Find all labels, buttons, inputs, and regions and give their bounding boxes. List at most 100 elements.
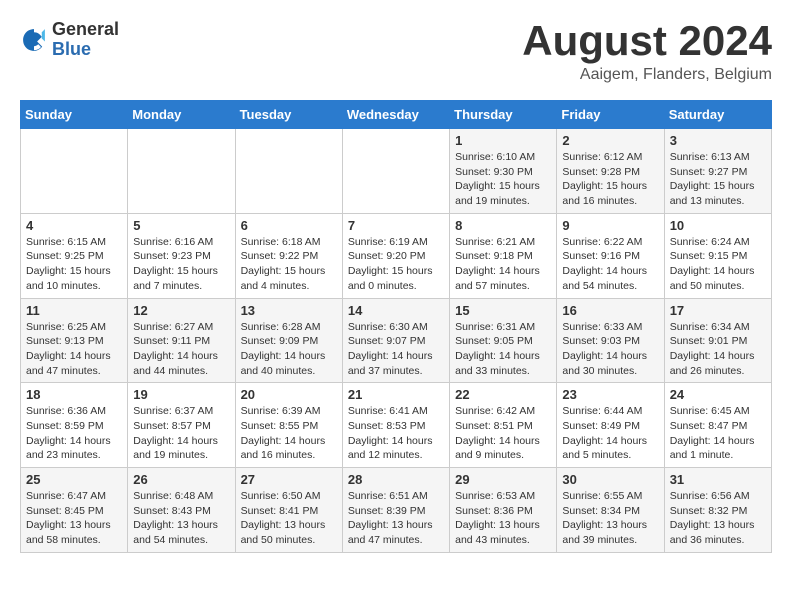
day-number: 27 <box>241 472 337 487</box>
header-sunday: Sunday <box>21 101 128 129</box>
calendar-cell <box>235 129 342 214</box>
calendar-cell: 16 Sunrise: 6:33 AM Sunset: 9:03 PM Dayli… <box>557 298 664 383</box>
day-number: 6 <box>241 218 337 233</box>
day-info: Sunrise: 6:51 AM Sunset: 8:39 PM Dayligh… <box>348 489 444 548</box>
day-info: Sunrise: 6:45 AM Sunset: 8:47 PM Dayligh… <box>670 404 766 463</box>
calendar-header: Sunday Monday Tuesday Wednesday Thursday… <box>21 101 772 129</box>
calendar-cell: 19 Sunrise: 6:37 AM Sunset: 8:57 PM Dayli… <box>128 383 235 468</box>
logo-blue: Blue <box>52 40 119 60</box>
day-info: Sunrise: 6:55 AM Sunset: 8:34 PM Dayligh… <box>562 489 658 548</box>
day-info: Sunrise: 6:31 AM Sunset: 9:05 PM Dayligh… <box>455 320 551 379</box>
calendar-cell: 9Sunrise: 6:22 AM Sunset: 9:16 PM Daylig… <box>557 213 664 298</box>
calendar-week-1: 1Sunrise: 6:10 AM Sunset: 9:30 PM Daylig… <box>21 129 772 214</box>
day-number: 12 <box>133 303 229 318</box>
calendar-cell: 28Sunrise: 6:51 AM Sunset: 8:39 PM Dayli… <box>342 468 449 553</box>
day-info: Sunrise: 6:16 AM Sunset: 9:23 PM Dayligh… <box>133 235 229 294</box>
day-number: 31 <box>670 472 766 487</box>
day-number: 14 <box>348 303 444 318</box>
header-tuesday: Tuesday <box>235 101 342 129</box>
calendar-cell <box>21 129 128 214</box>
calendar-cell: 5 Sunrise: 6:16 AM Sunset: 9:23 PM Daylig… <box>128 213 235 298</box>
day-info: Sunrise: 6:13 AM Sunset: 9:27 PM Dayligh… <box>670 150 766 209</box>
day-number: 20 <box>241 387 337 402</box>
calendar-cell: 10Sunrise: 6:24 AM Sunset: 9:15 PM Dayli… <box>664 213 771 298</box>
calendar-cell: 20 Sunrise: 6:39 AM Sunset: 8:55 PM Dayli… <box>235 383 342 468</box>
day-info: Sunrise: 6:34 AM Sunset: 9:01 PM Dayligh… <box>670 320 766 379</box>
calendar-table: Sunday Monday Tuesday Wednesday Thursday… <box>20 100 772 553</box>
day-number: 1 <box>455 133 551 148</box>
logo-text: General Blue <box>52 20 119 60</box>
header-wednesday: Wednesday <box>342 101 449 129</box>
day-info: Sunrise: 6:18 AM Sunset: 9:22 PM Dayligh… <box>241 235 337 294</box>
day-info: Sunrise: 6:12 AM Sunset: 9:28 PM Dayligh… <box>562 150 658 209</box>
calendar-cell <box>128 129 235 214</box>
day-number: 18 <box>26 387 122 402</box>
calendar-week-5: 25Sunrise: 6:47 AM Sunset: 8:45 PM Dayli… <box>21 468 772 553</box>
day-info: Sunrise: 6:50 AM Sunset: 8:41 PM Dayligh… <box>241 489 337 548</box>
calendar-cell: 3 Sunrise: 6:13 AM Sunset: 9:27 PM Daylig… <box>664 129 771 214</box>
day-number: 8 <box>455 218 551 233</box>
calendar-cell: 30 Sunrise: 6:55 AM Sunset: 8:34 PM Dayli… <box>557 468 664 553</box>
day-number: 16 <box>562 303 658 318</box>
header-friday: Friday <box>557 101 664 129</box>
day-info: Sunrise: 6:33 AM Sunset: 9:03 PM Dayligh… <box>562 320 658 379</box>
calendar-cell: 23Sunrise: 6:44 AM Sunset: 8:49 PM Dayli… <box>557 383 664 468</box>
day-number: 2 <box>562 133 658 148</box>
calendar-cell: 25Sunrise: 6:47 AM Sunset: 8:45 PM Dayli… <box>21 468 128 553</box>
day-number: 21 <box>348 387 444 402</box>
day-number: 17 <box>670 303 766 318</box>
month-title: August 2024 <box>522 20 772 62</box>
day-number: 9 <box>562 218 658 233</box>
header-monday: Monday <box>128 101 235 129</box>
day-info: Sunrise: 6:37 AM Sunset: 8:57 PM Dayligh… <box>133 404 229 463</box>
day-info: Sunrise: 6:15 AM Sunset: 9:25 PM Dayligh… <box>26 235 122 294</box>
day-info: Sunrise: 6:21 AM Sunset: 9:18 PM Dayligh… <box>455 235 551 294</box>
calendar-cell: 1Sunrise: 6:10 AM Sunset: 9:30 PM Daylig… <box>450 129 557 214</box>
day-number: 29 <box>455 472 551 487</box>
calendar-cell: 31 Sunrise: 6:56 AM Sunset: 8:32 PM Dayli… <box>664 468 771 553</box>
logo-icon <box>20 26 48 54</box>
day-number: 30 <box>562 472 658 487</box>
day-number: 4 <box>26 218 122 233</box>
day-info: Sunrise: 6:36 AM Sunset: 8:59 PM Dayligh… <box>26 404 122 463</box>
page-header: General Blue August 2024 Aaigem, Flander… <box>20 20 772 84</box>
calendar-cell: 27 Sunrise: 6:50 AM Sunset: 8:41 PM Dayli… <box>235 468 342 553</box>
calendar-cell: 7Sunrise: 6:19 AM Sunset: 9:20 PM Daylig… <box>342 213 449 298</box>
calendar-week-3: 11Sunrise: 6:25 AM Sunset: 9:13 PM Dayli… <box>21 298 772 383</box>
calendar-cell: 11Sunrise: 6:25 AM Sunset: 9:13 PM Dayli… <box>21 298 128 383</box>
calendar-cell: 26Sunrise: 6:48 AM Sunset: 8:43 PM Dayli… <box>128 468 235 553</box>
location: Aaigem, Flanders, Belgium <box>522 66 772 84</box>
day-info: Sunrise: 6:28 AM Sunset: 9:09 PM Dayligh… <box>241 320 337 379</box>
day-info: Sunrise: 6:53 AM Sunset: 8:36 PM Dayligh… <box>455 489 551 548</box>
day-number: 3 <box>670 133 766 148</box>
day-number: 19 <box>133 387 229 402</box>
calendar-week-2: 4 Sunrise: 6:15 AM Sunset: 9:25 PM Daylig… <box>21 213 772 298</box>
calendar-body: 1Sunrise: 6:10 AM Sunset: 9:30 PM Daylig… <box>21 129 772 553</box>
day-info: Sunrise: 6:39 AM Sunset: 8:55 PM Dayligh… <box>241 404 337 463</box>
calendar-cell: 18 Sunrise: 6:36 AM Sunset: 8:59 PM Dayli… <box>21 383 128 468</box>
day-number: 11 <box>26 303 122 318</box>
day-info: Sunrise: 6:30 AM Sunset: 9:07 PM Dayligh… <box>348 320 444 379</box>
day-number: 26 <box>133 472 229 487</box>
calendar-cell: 14 Sunrise: 6:30 AM Sunset: 9:07 PM Dayli… <box>342 298 449 383</box>
calendar-cell: 2 Sunrise: 6:12 AM Sunset: 9:28 PM Daylig… <box>557 129 664 214</box>
day-info: Sunrise: 6:56 AM Sunset: 8:32 PM Dayligh… <box>670 489 766 548</box>
day-info: Sunrise: 6:41 AM Sunset: 8:53 PM Dayligh… <box>348 404 444 463</box>
weekday-header-row: Sunday Monday Tuesday Wednesday Thursday… <box>21 101 772 129</box>
day-info: Sunrise: 6:44 AM Sunset: 8:49 PM Dayligh… <box>562 404 658 463</box>
calendar-cell: 22Sunrise: 6:42 AM Sunset: 8:51 PM Dayli… <box>450 383 557 468</box>
title-section: August 2024 Aaigem, Flanders, Belgium <box>522 20 772 84</box>
calendar-cell: 13Sunrise: 6:28 AM Sunset: 9:09 PM Dayli… <box>235 298 342 383</box>
header-saturday: Saturday <box>664 101 771 129</box>
calendar-week-4: 18 Sunrise: 6:36 AM Sunset: 8:59 PM Dayli… <box>21 383 772 468</box>
day-number: 10 <box>670 218 766 233</box>
calendar-cell: 29 Sunrise: 6:53 AM Sunset: 8:36 PM Dayli… <box>450 468 557 553</box>
logo: General Blue <box>20 20 119 60</box>
calendar-cell: 21 Sunrise: 6:41 AM Sunset: 8:53 PM Dayli… <box>342 383 449 468</box>
calendar-cell: 12Sunrise: 6:27 AM Sunset: 9:11 PM Dayli… <box>128 298 235 383</box>
day-info: Sunrise: 6:19 AM Sunset: 9:20 PM Dayligh… <box>348 235 444 294</box>
calendar-cell: 24Sunrise: 6:45 AM Sunset: 8:47 PM Dayli… <box>664 383 771 468</box>
day-number: 5 <box>133 218 229 233</box>
calendar-cell: 15Sunrise: 6:31 AM Sunset: 9:05 PM Dayli… <box>450 298 557 383</box>
calendar-cell: 17 Sunrise: 6:34 AM Sunset: 9:01 PM Dayli… <box>664 298 771 383</box>
